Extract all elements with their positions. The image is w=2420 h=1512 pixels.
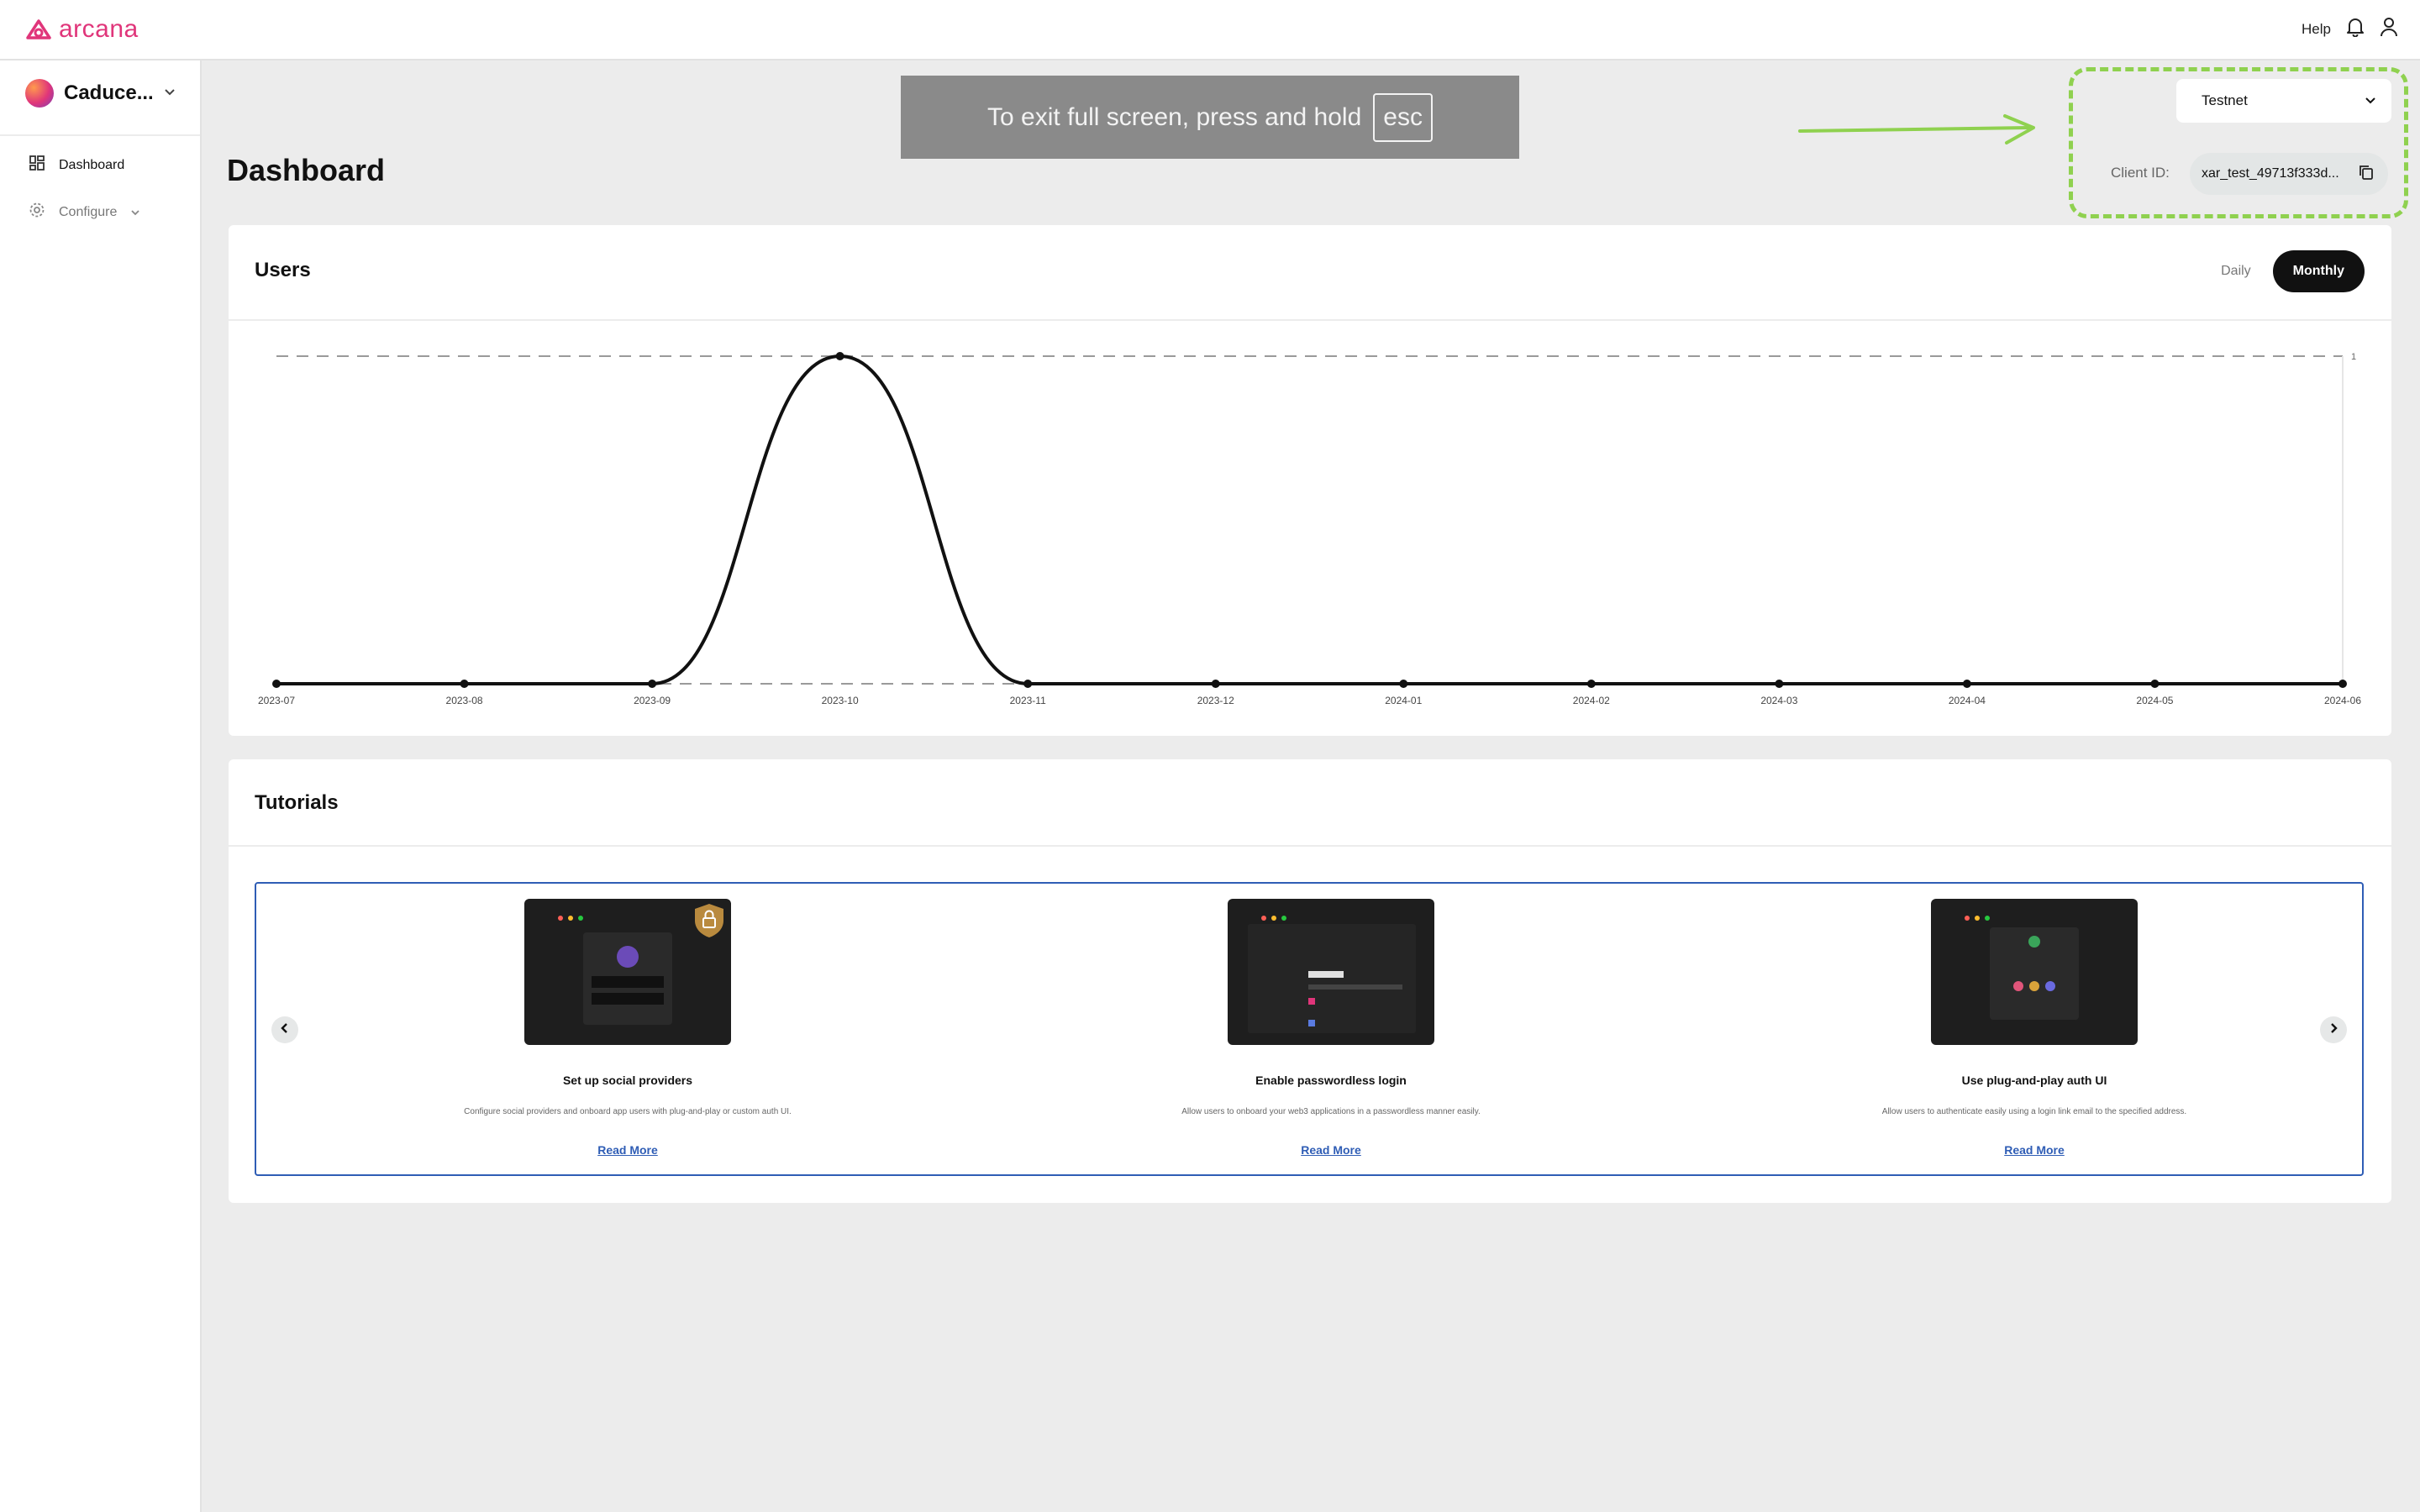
data-point (1399, 680, 1408, 688)
users-chart: 1 2023-07 2023-08 2023-09 2023-10 2023-11 2023… (258, 352, 2361, 706)
esc-key: esc (1373, 92, 1433, 142)
app-switcher[interactable]: Caduce... (25, 79, 176, 108)
tutorial-title: Enable passwordless login (1255, 1074, 1407, 1087)
data-point (648, 680, 657, 688)
sidebar-item-configure[interactable]: Configure (29, 202, 140, 223)
annotation-arrow (1798, 114, 2035, 144)
x-tick-label: 2024-05 (2136, 695, 2173, 706)
card-divider (229, 845, 2391, 847)
chevron-down-icon (164, 86, 176, 101)
chevron-down-icon (2365, 92, 2376, 109)
x-tick-label: 2024-02 (1573, 695, 1610, 706)
read-more-link[interactable]: Read More (2004, 1143, 2065, 1157)
gear-icon (29, 202, 45, 223)
sidebar-item-label: Dashboard (59, 157, 125, 172)
data-point (1211, 680, 1220, 688)
data-point (1586, 680, 1596, 688)
x-tick-label: 2024-01 (1385, 695, 1422, 706)
chevron-right-icon (2328, 1022, 2338, 1038)
app-name: Caduce... (64, 81, 154, 104)
lock-shield-icon (692, 902, 726, 943)
x-tick-label: 2024-03 (1760, 695, 1797, 706)
x-tick-label: 2023-09 (634, 695, 671, 706)
fullscreen-notice-text: To exit full screen, press and hold (987, 102, 1362, 131)
sidebar-item-label: Configure (59, 204, 118, 219)
data-point (1023, 680, 1033, 688)
tutorials-carousel: Set up social providers Configure social… (255, 882, 2364, 1176)
tutorial-thumbnail (524, 899, 731, 1045)
grid-icon (29, 155, 45, 176)
client-id-label: Client ID: (2111, 165, 2170, 181)
tutorial-description: Allow users to authenticate easily using… (1881, 1107, 2187, 1116)
copy-icon[interactable] (2358, 164, 2375, 185)
data-point (835, 352, 844, 360)
chevron-left-icon (280, 1022, 290, 1038)
data-point (1962, 680, 1971, 688)
sidebar-item-dashboard[interactable]: Dashboard (29, 155, 124, 176)
app-avatar (25, 79, 54, 108)
x-tick-label: 2023-12 (1197, 695, 1234, 706)
tutorial-card: Enable passwordless login Allow users to… (1071, 899, 1591, 1158)
tutorials-title: Tutorials (255, 791, 339, 814)
tutorial-description: Configure social providers and onboard a… (464, 1107, 792, 1116)
tutorials-card: Tutorials Set up social providers Config… (229, 759, 2391, 1203)
x-tick-label: 2023-10 (822, 695, 859, 706)
sidebar-divider (0, 134, 200, 136)
arcana-logo-icon (26, 19, 51, 39)
y-tick-label: 1 (2351, 352, 2356, 362)
brand-name: arcana (59, 15, 139, 43)
tutorial-thumbnail (1931, 899, 2138, 1045)
data-point (1775, 680, 1784, 688)
user-icon[interactable] (2380, 17, 2398, 41)
tutorial-thumbnail (1228, 899, 1434, 1045)
network-value: Testnet (2202, 92, 2248, 108)
client-id-field: xar_test_49713f333d... (2190, 153, 2388, 195)
carousel-next-button[interactable] (2320, 1016, 2347, 1043)
users-card: Users Daily Monthly 1 2023-07 2023-08 2023-… (229, 225, 2391, 736)
network-select[interactable]: Testnet (2176, 79, 2391, 123)
series-line (276, 354, 2343, 686)
x-tick-label: 2023-11 (1010, 695, 1046, 706)
read-more-link[interactable]: Read More (597, 1143, 658, 1157)
data-point (2150, 680, 2160, 688)
data-point (272, 680, 281, 688)
x-tick-label: 2024-06 (2324, 695, 2361, 706)
x-tick-label: 2023-07 (258, 695, 295, 706)
data-point (460, 680, 469, 688)
help-link[interactable]: Help (2302, 21, 2331, 38)
client-id-value: xar_test_49713f333d... (2202, 166, 2339, 181)
chevron-down-icon (130, 205, 140, 220)
fullscreen-notice: To exit full screen, press and hold esc (901, 76, 1519, 159)
x-tick-label: 2024-04 (1949, 695, 1986, 706)
bell-icon[interactable] (2346, 17, 2365, 41)
tutorial-title: Set up social providers (562, 1074, 693, 1087)
page-title: Dashboard (227, 153, 386, 187)
tutorial-card: Set up social providers Configure social… (367, 899, 888, 1158)
top-bar: arcana Help (0, 0, 2420, 60)
carousel-prev-button[interactable] (271, 1016, 298, 1043)
read-more-link[interactable]: Read More (1301, 1143, 1361, 1157)
data-point (2338, 680, 2347, 688)
arcana-logo[interactable]: arcana (25, 15, 139, 44)
tutorial-title: Use plug-and-play auth UI (1961, 1074, 2107, 1087)
tutorial-description: Allow users to onboard your web3 applica… (1181, 1107, 1481, 1116)
sidebar: Caduce... Dashboard Configure (0, 60, 202, 1512)
x-tick-label: 2023-08 (446, 695, 483, 706)
tutorial-card: Use plug-and-play auth UI Allow users to… (1774, 899, 2295, 1158)
